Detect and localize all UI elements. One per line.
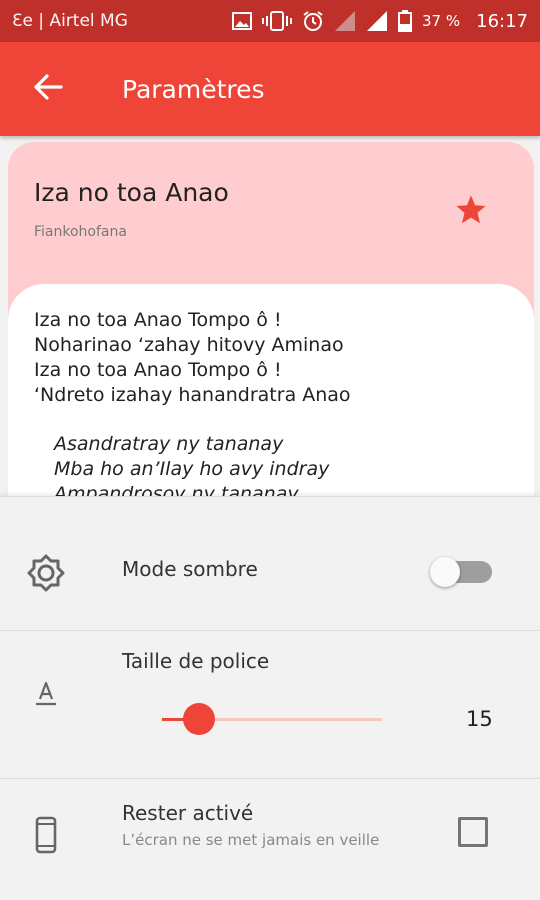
song-preview-card: Iza no toa Anao Fiankohofana Iza no toa … xyxy=(8,142,534,522)
lyrics-line: Iza no toa Anao Tompo ô ! xyxy=(34,309,282,331)
lyrics-line: Noharinao ‘zahay hitovy Aminao xyxy=(34,334,344,356)
lyrics-line: ‘Ndreto izahay hanandratra Anao xyxy=(34,384,351,406)
lyrics-panel: Iza no toa Anao Tompo ô ! Noharinao ‘zah… xyxy=(8,284,534,522)
font-size-slider[interactable] xyxy=(162,699,382,739)
setting-font-size: Taille de police 15 xyxy=(0,631,540,779)
arrow-back-icon xyxy=(33,74,63,104)
chorus-line: Mba ho an’Ilay ho avy indray xyxy=(54,458,330,480)
setting-dark-mode[interactable]: Mode sombre xyxy=(0,511,540,631)
slider-thumb[interactable] xyxy=(183,703,216,735)
font-size-value: 15 xyxy=(466,707,493,731)
font-size-label: Taille de police xyxy=(122,649,270,673)
stanza-gap xyxy=(34,408,508,432)
signal-sim2-icon xyxy=(366,10,388,32)
chorus-line: Asandratray ny tananay xyxy=(54,433,284,455)
carrier-name: Ɛe | Airtel MG xyxy=(12,11,128,31)
page-title: Paramètres xyxy=(122,74,265,104)
battery-percentage: 37 % xyxy=(422,12,461,30)
toggle-thumb xyxy=(430,557,460,587)
song-title: Iza no toa Anao xyxy=(34,178,229,207)
dark-mode-toggle[interactable] xyxy=(430,557,492,587)
stay-awake-checkbox[interactable] xyxy=(458,817,488,847)
signal-sim1-icon xyxy=(334,10,356,32)
clock: 16:17 xyxy=(476,10,528,32)
battery-icon xyxy=(398,10,413,32)
stay-awake-description: L’écran ne se met jamais en veille xyxy=(122,831,380,849)
alarm-icon xyxy=(302,10,324,32)
status-bar: Ɛe | Airtel MG 37 % 16:17 xyxy=(0,0,540,42)
stay-awake-label: Rester activé xyxy=(122,801,254,825)
favorite-button[interactable] xyxy=(454,194,488,230)
gallery-notification-icon xyxy=(232,12,253,30)
app-bar: Paramètres xyxy=(0,42,540,136)
lyrics-line: Iza no toa Anao Tompo ô ! xyxy=(34,359,282,381)
setting-stay-awake[interactable]: Rester activé L’écran ne se met jamais e… xyxy=(0,779,540,900)
brightness-icon xyxy=(26,553,66,597)
song-category: Fiankohofana xyxy=(34,224,127,240)
star-icon xyxy=(454,195,488,230)
phone-icon xyxy=(26,815,66,859)
vibrate-icon xyxy=(262,11,293,31)
dark-mode-label: Mode sombre xyxy=(122,557,258,581)
text-size-icon xyxy=(26,673,66,717)
settings-panel: Mode sombre Taille de police 15 Rester a… xyxy=(0,496,540,900)
status-icons: 37 % 16:17 xyxy=(232,10,528,32)
back-button[interactable] xyxy=(0,42,96,136)
